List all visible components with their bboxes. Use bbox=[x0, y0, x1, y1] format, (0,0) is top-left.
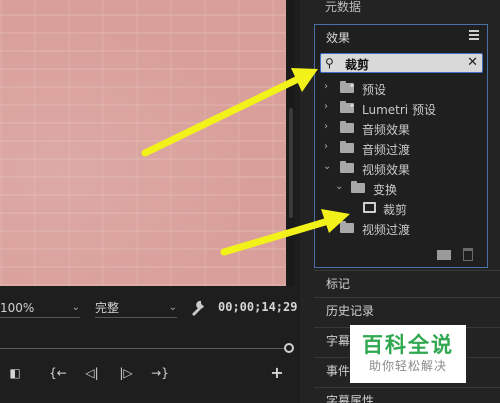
folder-icon bbox=[351, 181, 365, 193]
video-preview bbox=[0, 0, 286, 286]
tree-item-label: 音频过渡 bbox=[362, 143, 411, 157]
chevron-right-icon[interactable]: › bbox=[324, 101, 334, 112]
search-icon: ⚲ bbox=[325, 56, 334, 70]
chevron-down-icon: ⌄ bbox=[168, 302, 177, 313]
mark-out-button[interactable]: →} bbox=[148, 362, 172, 384]
wrench-icon[interactable] bbox=[190, 299, 206, 317]
scrubber-track bbox=[0, 348, 286, 349]
folder-star-icon: ✦ bbox=[340, 101, 355, 113]
monitor-controls: 100% ⌄ 完整 ⌄ 00;00;14;29 bbox=[0, 296, 300, 322]
tree-item-label: 视频过渡 bbox=[362, 223, 411, 237]
tree-item-audio-transitions[interactable]: › 音频过渡 bbox=[315, 138, 487, 158]
add-button[interactable]: + bbox=[266, 362, 288, 384]
playhead[interactable] bbox=[284, 343, 294, 353]
scrollbar-thumb[interactable] bbox=[289, 108, 293, 218]
marker-button[interactable]: ◧ bbox=[2, 362, 28, 384]
folder-icon bbox=[340, 141, 354, 153]
tree-item-transform[interactable]: ⌄ 变换 bbox=[315, 178, 487, 198]
tree-item-label: 音频效果 bbox=[362, 123, 411, 137]
effects-panel-footer bbox=[315, 245, 487, 267]
new-bin-icon[interactable] bbox=[437, 250, 451, 260]
tree-item-lumetri[interactable]: › ✦ Lumetri 预设 bbox=[315, 98, 487, 118]
transport-controls: ◧ {← ◁| |▷ →} + bbox=[0, 362, 300, 384]
program-monitor: 100% ⌄ 完整 ⌄ 00;00;14;29 ◧ {← ◁| |▷ →} + bbox=[0, 0, 300, 403]
effect-icon bbox=[363, 202, 376, 213]
watermark-subtitle: 助你轻松解决 bbox=[368, 359, 447, 373]
panel-tab-history[interactable]: 历史记录 bbox=[314, 297, 500, 321]
tree-item-video-effects[interactable]: ⌄ 视频效果 bbox=[315, 158, 487, 178]
folder-star-icon: ✦ bbox=[340, 81, 355, 93]
chevron-down-icon[interactable]: ⌄ bbox=[335, 181, 345, 192]
monitor-scrollbar[interactable] bbox=[287, 0, 295, 286]
panel-tab-label: 字幕 bbox=[326, 334, 351, 348]
menu-icon[interactable] bbox=[469, 30, 479, 40]
panel-tab-label: 事件 bbox=[326, 364, 351, 378]
zoom-value: 100% bbox=[0, 301, 35, 315]
timecode: 00;00;14;29 bbox=[218, 300, 298, 314]
tree-item-label: Lumetri 预设 bbox=[362, 103, 436, 117]
metadata-panel-label[interactable]: 元数据 bbox=[325, 0, 361, 15]
effects-panel: 效果 ⚲ 裁剪 ✕ › ✦ 预设 › ✦ Lumetri 预设 › 音频效果 ›… bbox=[314, 24, 488, 268]
watermark-logo: 百科全说 助你轻松解决 bbox=[350, 325, 466, 383]
quality-select[interactable]: 完整 ⌄ bbox=[95, 300, 177, 318]
panel-tab-caption-properties[interactable]: 字幕属性 bbox=[314, 387, 500, 403]
chevron-right-icon[interactable]: › bbox=[324, 121, 334, 132]
watermark-title: 百科全说 bbox=[362, 333, 454, 357]
chevron-down-icon[interactable]: ⌄ bbox=[323, 161, 333, 172]
tree-item-audio-effects[interactable]: › 音频效果 bbox=[315, 118, 487, 138]
folder-icon bbox=[340, 161, 354, 173]
clear-icon[interactable]: ✕ bbox=[467, 55, 478, 70]
step-back-button[interactable]: ◁| bbox=[80, 362, 104, 384]
panel-tab-label: 字幕属性 bbox=[326, 394, 375, 403]
panel-tab-label: 历史记录 bbox=[326, 304, 375, 318]
panel-tab-markers[interactable]: 标记 bbox=[314, 270, 500, 294]
tree-item-crop[interactable]: 裁剪 bbox=[315, 198, 487, 218]
zoom-select[interactable]: 100% ⌄ bbox=[0, 300, 80, 318]
panel-tab-label: 标记 bbox=[326, 277, 351, 291]
playback-scrubber[interactable] bbox=[0, 340, 300, 356]
tree-item-label: 裁剪 bbox=[383, 203, 408, 217]
tree-item-label: 视频效果 bbox=[362, 163, 411, 177]
effects-panel-header: 效果 bbox=[315, 25, 487, 49]
panel-title: 效果 bbox=[326, 31, 351, 45]
search-value: 裁剪 bbox=[345, 58, 370, 72]
quality-value: 完整 bbox=[95, 301, 120, 315]
tree-item-label: 预设 bbox=[362, 83, 387, 97]
tree-item-video-transitions[interactable]: 视频过渡 bbox=[315, 218, 487, 238]
mark-in-button[interactable]: {← bbox=[46, 362, 70, 384]
folder-icon bbox=[340, 221, 354, 233]
tree-item-label: 变换 bbox=[373, 183, 398, 197]
folder-icon bbox=[340, 121, 354, 133]
chevron-right-icon[interactable]: › bbox=[324, 81, 334, 92]
effects-tree: › ✦ 预设 › ✦ Lumetri 预设 › 音频效果 › 音频过渡 ⌄ 视频… bbox=[315, 78, 487, 238]
effects-search-input[interactable]: ⚲ 裁剪 ✕ bbox=[320, 53, 483, 73]
chevron-right-icon[interactable]: › bbox=[324, 141, 334, 152]
trash-icon[interactable] bbox=[463, 248, 473, 261]
chevron-down-icon: ⌄ bbox=[71, 302, 80, 313]
tree-item-presets[interactable]: › ✦ 预设 bbox=[315, 78, 487, 98]
step-forward-button[interactable]: |▷ bbox=[114, 362, 138, 384]
